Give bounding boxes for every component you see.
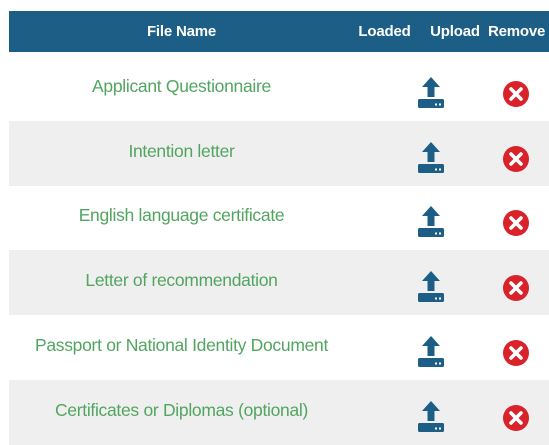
- upload-icon[interactable]: [414, 75, 448, 109]
- upload-icon[interactable]: [414, 204, 448, 238]
- file-name-label: Letter of recommendation: [85, 270, 278, 290]
- file-name-label: English language certificate: [78, 205, 285, 225]
- table-row: Letter of recommendation: [9, 250, 549, 315]
- upload-icon[interactable]: [414, 399, 448, 433]
- file-name-label: Certificates or Diplomas (optional): [54, 400, 309, 420]
- header-remove: Remove: [488, 23, 546, 40]
- file-name-label: Applicant Questionnaire: [92, 76, 271, 96]
- remove-icon[interactable]: [502, 404, 530, 432]
- file-name-label: Intention letter: [128, 141, 235, 161]
- file-name-label: Passport or National Identity Document: [34, 335, 329, 355]
- table-header: File Name Loaded Upload Remove: [9, 11, 549, 52]
- upload-icon[interactable]: [414, 334, 448, 368]
- file-upload-table: File Name Loaded Upload Remove Applicant…: [0, 0, 549, 445]
- table-row: Intention letter: [9, 121, 549, 186]
- table-row: Applicant Questionnaire: [9, 56, 549, 121]
- header-upload: Upload: [430, 23, 480, 40]
- table-row: Passport or National Identity Document: [9, 315, 549, 380]
- upload-icon[interactable]: [414, 140, 448, 174]
- remove-icon[interactable]: [502, 145, 530, 173]
- table-row: Certificates or Diplomas (optional): [9, 380, 549, 445]
- remove-icon[interactable]: [502, 80, 530, 108]
- remove-icon[interactable]: [502, 339, 530, 367]
- remove-icon[interactable]: [502, 209, 530, 237]
- header-file-name: File Name: [146, 23, 217, 40]
- header-loaded: Loaded: [358, 23, 411, 40]
- remove-icon[interactable]: [502, 274, 530, 302]
- table-row: English language certificate: [9, 185, 549, 250]
- upload-icon[interactable]: [414, 269, 448, 303]
